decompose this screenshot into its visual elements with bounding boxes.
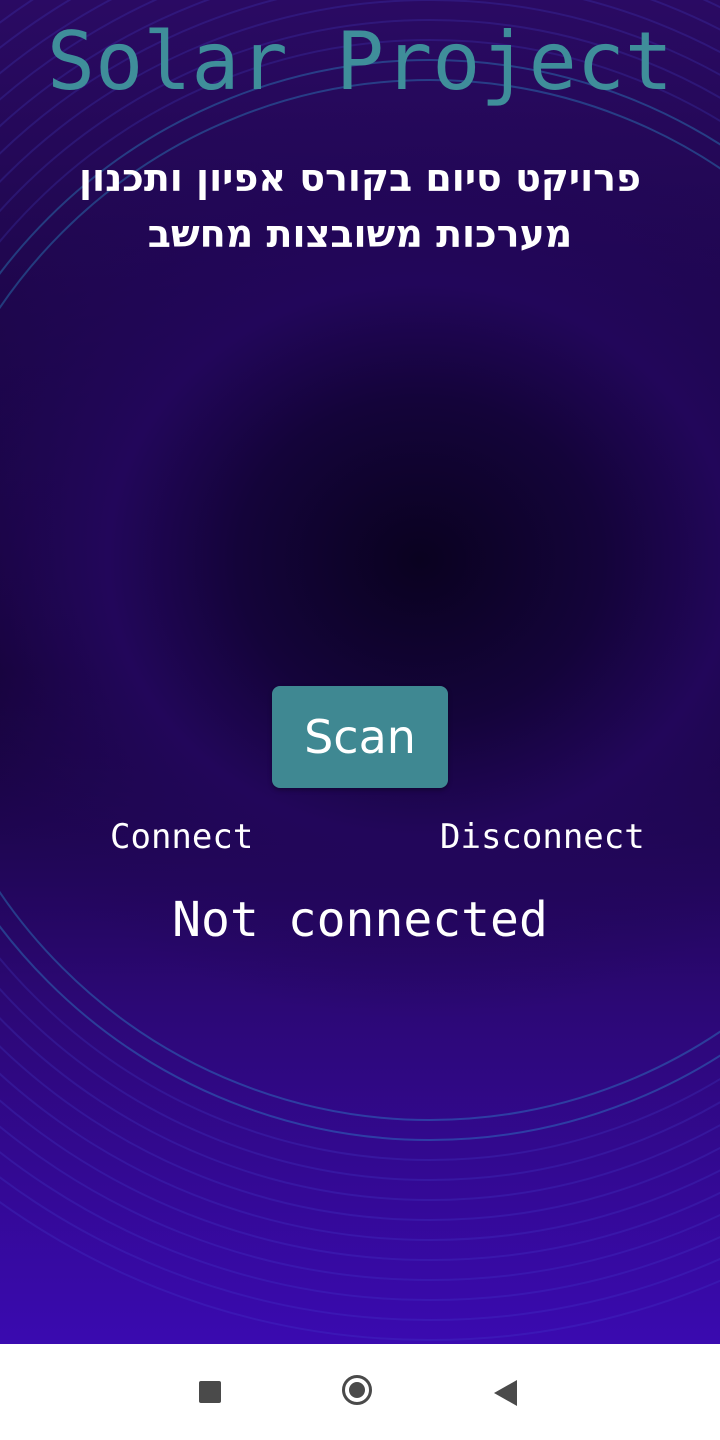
scan-button[interactable]: Scan — [272, 686, 448, 788]
back-icon[interactable] — [494, 1380, 517, 1406]
connection-status: Not connected — [172, 892, 548, 948]
system-navigation-bar — [0, 1344, 720, 1440]
project-subtitle: פרויקט סיום בקורס אפיון ותכנון מערכות מש… — [78, 156, 641, 256]
app-background: Solar Project פרויקט סיום בקורס אפיון ות… — [0, 0, 720, 1344]
recent-apps-icon[interactable] — [199, 1381, 221, 1403]
app-title: Solar Project — [46, 15, 674, 108]
home-icon-dot — [349, 1382, 365, 1398]
disconnect-button[interactable]: Disconnect — [440, 812, 645, 862]
home-icon[interactable] — [342, 1375, 372, 1405]
connect-button[interactable]: Connect — [110, 812, 253, 862]
phone-screen: Solar Project פרויקט סיום בקורס אפיון ות… — [0, 0, 720, 1440]
